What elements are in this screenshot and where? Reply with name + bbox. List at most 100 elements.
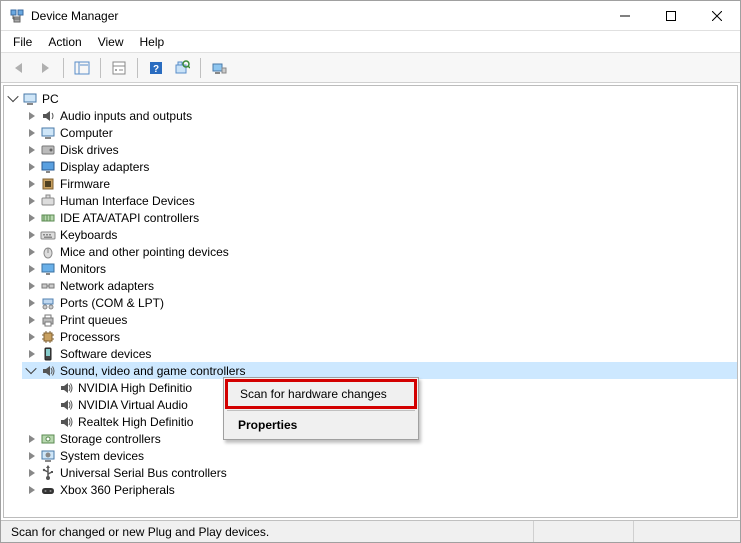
close-button[interactable]	[694, 1, 740, 30]
toolbar-devices-printers-button[interactable]	[207, 56, 231, 80]
titlebar: Device Manager	[1, 1, 740, 31]
toolbar-help-button[interactable]: ?	[144, 56, 168, 80]
expand-collapse-icon[interactable]	[26, 127, 38, 139]
tree-node-label: Processors	[60, 330, 120, 344]
tree-node[interactable]: Software devices	[22, 345, 737, 362]
context-menu-separator	[227, 410, 415, 411]
tree-node-label: Monitors	[60, 262, 106, 276]
toolbar-forward-button[interactable]	[33, 56, 57, 80]
tree-node-label: Keyboards	[60, 228, 117, 242]
tree-node[interactable]: Audio inputs and outputs	[22, 107, 737, 124]
ide-icon	[40, 210, 56, 226]
app-icon	[9, 8, 25, 24]
tree-node-label: Network adapters	[60, 279, 154, 293]
tree-node[interactable]: Ports (COM & LPT)	[22, 294, 737, 311]
menu-help[interactable]: Help	[132, 33, 173, 51]
toolbar-properties-button[interactable]	[107, 56, 131, 80]
toolbar-back-button[interactable]	[7, 56, 31, 80]
device-manager-window: Device Manager File Action View Help	[0, 0, 741, 543]
menu-file[interactable]: File	[5, 33, 40, 51]
toolbar-scan-hardware-button[interactable]	[170, 56, 194, 80]
menu-view[interactable]: View	[90, 33, 132, 51]
toolbar: ?	[1, 53, 740, 83]
sound-icon	[58, 397, 74, 413]
ports-icon	[40, 295, 56, 311]
expand-collapse-icon[interactable]	[26, 144, 38, 156]
tree-node-label: System devices	[60, 449, 144, 463]
expand-collapse-icon[interactable]	[26, 484, 38, 496]
expand-collapse-icon[interactable]	[26, 178, 38, 190]
tree-node-label: NVIDIA High Definitio	[78, 381, 192, 395]
expand-collapse-icon[interactable]	[26, 263, 38, 275]
toolbar-separator	[63, 58, 64, 78]
tree-node[interactable]: System devices	[22, 447, 737, 464]
maximize-button[interactable]	[648, 1, 694, 30]
window-controls	[602, 1, 740, 30]
computer-icon	[22, 91, 38, 107]
menubar: File Action View Help	[1, 31, 740, 53]
tree-node[interactable]: Firmware	[22, 175, 737, 192]
toolbar-separator	[100, 58, 101, 78]
expand-collapse-icon[interactable]	[26, 365, 38, 377]
tree-node-label: Software devices	[60, 347, 151, 361]
network-icon	[40, 278, 56, 294]
software-icon	[40, 346, 56, 362]
tree-node[interactable]: Processors	[22, 328, 737, 345]
expand-collapse-icon[interactable]	[26, 280, 38, 292]
expand-collapse-icon[interactable]	[26, 246, 38, 258]
tree-node-label: Computer	[60, 126, 113, 140]
tree-node[interactable]: Display adapters	[22, 158, 737, 175]
tree-node-label: Disk drives	[60, 143, 119, 157]
expand-collapse-icon[interactable]	[26, 314, 38, 326]
expand-collapse-icon[interactable]	[26, 110, 38, 122]
svg-text:?: ?	[153, 64, 159, 75]
system-icon	[40, 448, 56, 464]
tree-node-label: PC	[42, 92, 59, 106]
expand-collapse-icon[interactable]	[26, 348, 38, 360]
expand-collapse-icon[interactable]	[26, 467, 38, 479]
expand-collapse-icon[interactable]	[8, 93, 20, 105]
tree-node[interactable]: Universal Serial Bus controllers	[22, 464, 737, 481]
tree-node[interactable]: Keyboards	[22, 226, 737, 243]
tree-node-label: Audio inputs and outputs	[60, 109, 192, 123]
tree-node-label: Ports (COM & LPT)	[60, 296, 164, 310]
tree-node[interactable]: Network adapters	[22, 277, 737, 294]
tree-node[interactable]: Computer	[22, 124, 737, 141]
tree-node[interactable]: IDE ATA/ATAPI controllers	[22, 209, 737, 226]
statusbar-text: Scan for changed or new Plug and Play de…	[7, 521, 534, 542]
expand-collapse-icon[interactable]	[26, 212, 38, 224]
tree-root-pc[interactable]: PC	[4, 90, 737, 107]
statusbar-cell	[634, 521, 734, 542]
firmware-icon	[40, 176, 56, 192]
context-menu: Scan for hardware changes Properties	[223, 377, 419, 440]
audio-icon	[40, 108, 56, 124]
minimize-button[interactable]	[602, 1, 648, 30]
window-title: Device Manager	[31, 9, 118, 23]
tree-node-label: IDE ATA/ATAPI controllers	[60, 211, 199, 225]
expand-collapse-icon[interactable]	[26, 450, 38, 462]
expand-collapse-icon[interactable]	[26, 331, 38, 343]
tree-node[interactable]: Xbox 360 Peripherals	[22, 481, 737, 498]
statusbar-cell	[534, 521, 634, 542]
context-menu-scan-hardware[interactable]: Scan for hardware changes	[225, 379, 417, 409]
device-tree-pane[interactable]: PC Audio inputs and outputs Computer Disk …	[3, 85, 738, 518]
tree-node[interactable]: Monitors	[22, 260, 737, 277]
mouse-icon	[40, 244, 56, 260]
tree-node[interactable]: Disk drives	[22, 141, 737, 158]
toolbar-show-hide-tree-button[interactable]	[70, 56, 94, 80]
tree-node[interactable]: Human Interface Devices	[22, 192, 737, 209]
menu-action[interactable]: Action	[40, 33, 89, 51]
display-icon	[40, 159, 56, 175]
tree-node-label: Storage controllers	[60, 432, 161, 446]
keyboard-icon	[40, 227, 56, 243]
expand-collapse-icon[interactable]	[26, 229, 38, 241]
context-menu-properties[interactable]: Properties	[226, 413, 416, 437]
expand-collapse-icon[interactable]	[26, 433, 38, 445]
expand-collapse-icon[interactable]	[26, 297, 38, 309]
expand-collapse-icon[interactable]	[26, 195, 38, 207]
tree-node[interactable]: Mice and other pointing devices	[22, 243, 737, 260]
tree-node[interactable]: Print queues	[22, 311, 737, 328]
cpu-icon	[40, 329, 56, 345]
expand-collapse-icon[interactable]	[26, 161, 38, 173]
tree-node-label: NVIDIA Virtual Audio	[78, 398, 188, 412]
